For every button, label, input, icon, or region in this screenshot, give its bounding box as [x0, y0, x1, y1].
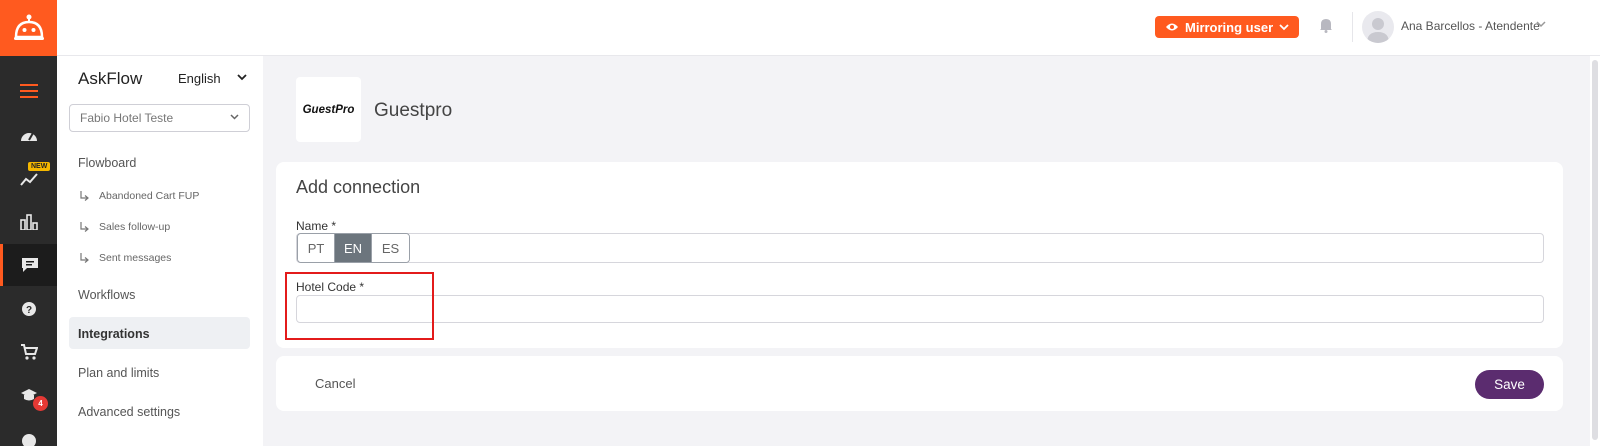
new-badge: NEW: [28, 162, 51, 171]
dashboard-gauge-icon[interactable]: [0, 114, 57, 156]
save-button[interactable]: Save: [1475, 370, 1544, 399]
integration-name: Guestpro: [374, 100, 453, 121]
sidebar-item-workflows[interactable]: Workflows: [78, 288, 135, 302]
sub-arrow-icon: [80, 222, 89, 232]
sidebar-item-integrations-label[interactable]: Integrations: [78, 327, 150, 341]
highlight-box: [285, 272, 434, 340]
help-icon[interactable]: ?: [0, 288, 57, 330]
sidebar-item-label: Abandoned Cart FUP: [99, 190, 200, 202]
user-icon[interactable]: [0, 420, 57, 446]
hotel-code-input[interactable]: [296, 295, 1544, 323]
hotel-select-value: Fabio Hotel Teste: [80, 111, 174, 125]
lang-tab-es[interactable]: ES: [372, 234, 409, 262]
mirroring-user-label: Mirroring user: [1185, 19, 1274, 35]
card-title: Add connection: [296, 177, 421, 197]
guestpro-logo: GuestPro: [296, 77, 361, 142]
top-header: Mirroring user Ana Barcellos - Atendente: [57, 0, 1600, 56]
trending-icon[interactable]: NEW: [0, 158, 57, 200]
sidebar: AskFlow English Fabio Hotel Teste Flowbo…: [57, 56, 263, 446]
lang-tab-pt[interactable]: PT: [298, 234, 335, 262]
cancel-button[interactable]: Cancel: [315, 376, 355, 391]
hamburger-menu-icon[interactable]: [0, 70, 57, 112]
sidebar-item-sales-follow-up[interactable]: Sales follow-up: [79, 221, 170, 233]
sidebar-item-label: Sales follow-up: [99, 221, 171, 233]
language-selector[interactable]: English: [178, 71, 221, 86]
scrollbar[interactable]: [1590, 56, 1600, 446]
app-brand: AskFlow: [78, 69, 143, 88]
notification-count-badge: 4: [33, 396, 48, 411]
sidebar-item-flowboard[interactable]: Flowboard: [78, 156, 136, 170]
sidebar-item-label: Sent messages: [99, 252, 172, 264]
mirroring-user-button[interactable]: Mirroring user: [1155, 16, 1300, 38]
robot-logo-icon[interactable]: [0, 0, 57, 56]
name-field-label: Name *: [296, 219, 337, 233]
chevron-down-icon[interactable]: [1536, 21, 1546, 28]
sidebar-item-sent-messages[interactable]: Sent messages: [79, 252, 171, 264]
form-actions: Cancel Save: [276, 356, 1563, 411]
eye-icon: [1166, 23, 1178, 31]
sidebar-item-abandoned-cart[interactable]: Abandoned Cart FUP: [79, 190, 199, 202]
icon-rail: NEW ? 4: [0, 0, 57, 446]
chevron-down-icon[interactable]: [237, 74, 247, 81]
chat-icon[interactable]: [0, 244, 57, 286]
chevron-down-icon: [1279, 23, 1289, 30]
guestpro-logo-text: GuestPro: [302, 103, 355, 116]
user-name[interactable]: Ana Barcellos - Atendente: [1401, 19, 1540, 33]
add-connection-card: Add connection Name * PT EN ES Hotel Cod…: [276, 162, 1563, 348]
avatar[interactable]: [1362, 11, 1394, 43]
chevron-down-icon: [230, 114, 239, 120]
cart-icon[interactable]: [0, 331, 57, 373]
svg-text:?: ?: [25, 305, 31, 316]
name-field[interactable]: PT EN ES: [296, 233, 1544, 263]
lang-tab-en[interactable]: EN: [335, 234, 372, 262]
hotel-select[interactable]: Fabio Hotel Teste: [69, 104, 250, 132]
scrollbar-thumb[interactable]: [1592, 60, 1598, 440]
graduation-cap-icon[interactable]: 4: [0, 374, 57, 416]
sidebar-item-plan-and-limits[interactable]: Plan and limits: [78, 366, 159, 380]
bar-chart-icon[interactable]: [0, 201, 57, 243]
sub-arrow-icon: [80, 191, 89, 201]
language-toggle: PT EN ES: [297, 233, 410, 263]
sub-arrow-icon: [80, 253, 89, 263]
bell-icon[interactable]: [1319, 17, 1333, 38]
header-divider: [1352, 12, 1353, 42]
sidebar-item-advanced-settings[interactable]: Advanced settings: [78, 405, 180, 419]
